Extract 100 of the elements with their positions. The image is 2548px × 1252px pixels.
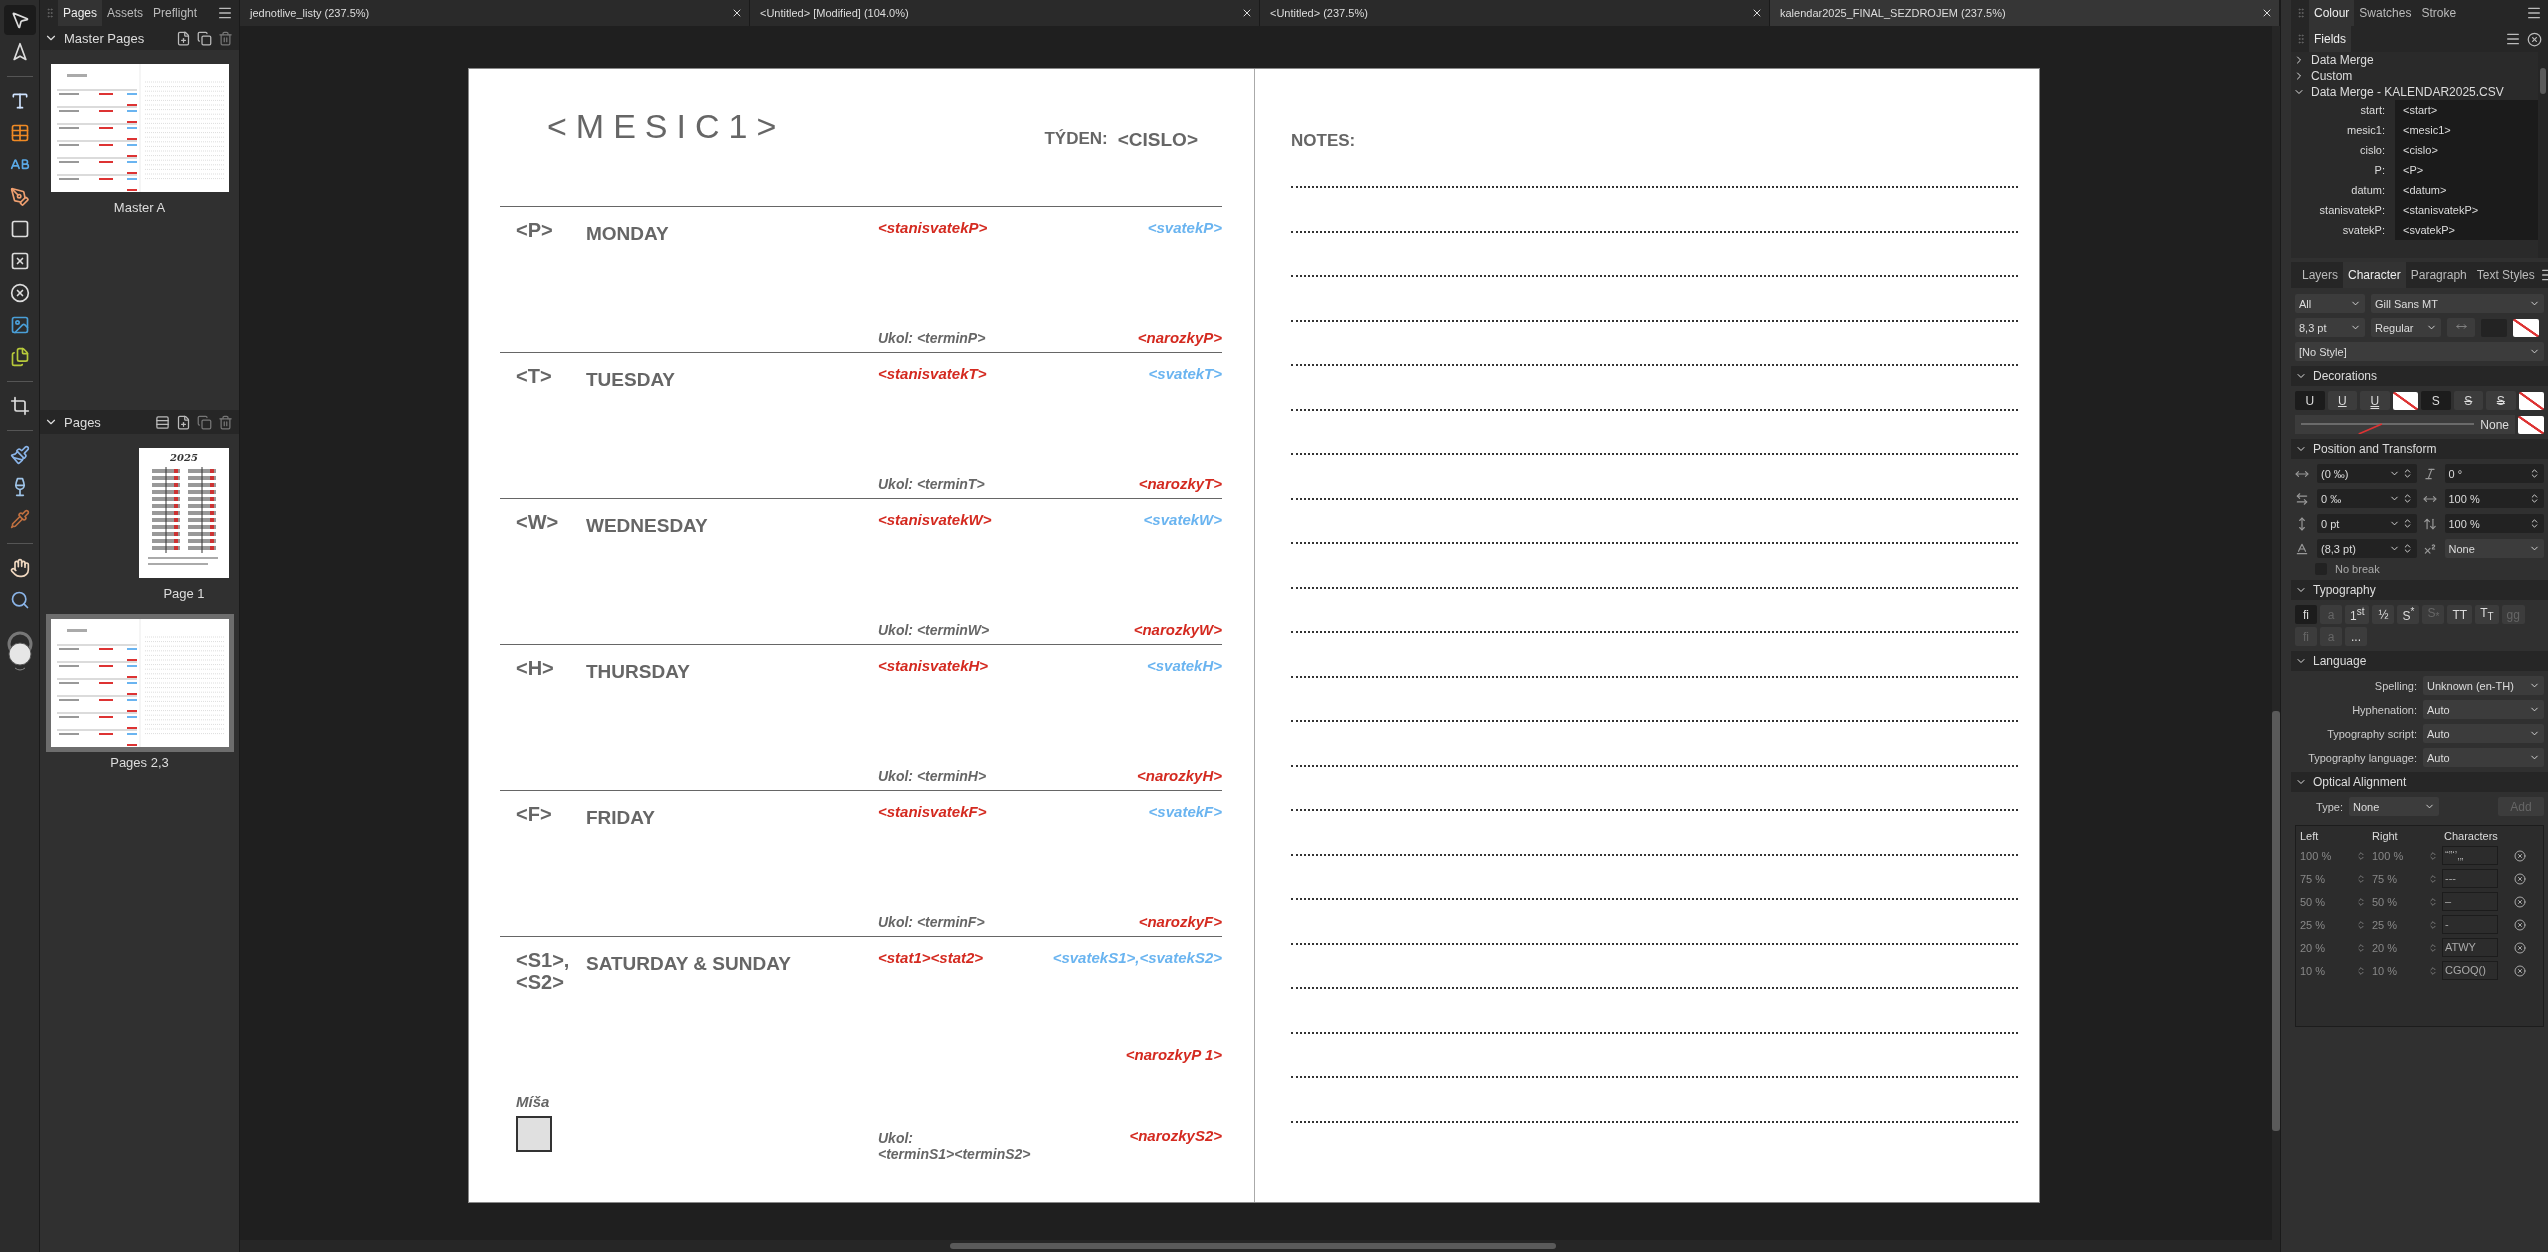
page-item[interactable]: 2025 Page 1: [135, 444, 233, 605]
fill-stroke-icon[interactable]: [5, 630, 34, 674]
table-cell[interactable]: 50 %: [2300, 895, 2326, 908]
spinner-icon[interactable]: [2529, 518, 2540, 529]
trash-icon[interactable]: [218, 30, 233, 46]
group-label[interactable]: Data Merge - KALENDAR2025.CSV: [2311, 85, 2504, 99]
panel-tab[interactable]: Swatches: [2354, 0, 2417, 26]
value-dropdown[interactable]: Auto: [2423, 748, 2544, 767]
decoration-button[interactable]: U: [2327, 391, 2358, 410]
field-value[interactable]: <mesic1>: [2395, 120, 2538, 140]
close-icon[interactable]: [1241, 7, 1253, 19]
add-page-icon[interactable]: [176, 414, 191, 430]
value-dropdown[interactable]: None: [2349, 797, 2439, 816]
decoration-button[interactable]: U: [2360, 391, 2390, 410]
field-value[interactable]: <cislo>: [2395, 140, 2538, 160]
copy-icon[interactable]: [197, 30, 212, 46]
remove-icon[interactable]: [2513, 849, 2526, 862]
value-field[interactable]: 0 °: [2444, 464, 2544, 483]
value-dropdown[interactable]: Auto: [2423, 724, 2544, 743]
panel-tab[interactable]: Colour: [2309, 0, 2355, 26]
close-icon[interactable]: [731, 7, 743, 19]
value-dropdown[interactable]: Unknown (en-TH): [2423, 676, 2544, 695]
field-value[interactable]: <datum>: [2395, 180, 2538, 200]
no-fill-swatch[interactable]: [2518, 415, 2544, 434]
document-tab[interactable]: <Untitled> (237.5%): [1260, 0, 1770, 26]
no-fill-swatch[interactable]: [2392, 391, 2418, 410]
size-dropdown[interactable]: 8,3 pt: [2295, 318, 2365, 337]
typography-button[interactable]: ...: [2345, 627, 2367, 646]
remove-icon[interactable]: [2513, 941, 2526, 954]
field-value[interactable]: <svatekP>: [2395, 220, 2538, 240]
remove-icon[interactable]: [2513, 964, 2526, 977]
grip-icon[interactable]: [2295, 7, 2307, 19]
table-cell[interactable]: 75 %: [2372, 872, 2398, 885]
table-cell[interactable]: 75 %: [2300, 872, 2326, 885]
menu-icon[interactable]: [2526, 5, 2542, 21]
table-cell[interactable]: 20 %: [2372, 941, 2398, 954]
field-value[interactable]: <start>: [2395, 100, 2538, 120]
grip-icon[interactable]: [2295, 33, 2307, 45]
characters-field[interactable]: ---: [2442, 869, 2498, 888]
characters-field[interactable]: “”‘’‚„: [2442, 846, 2498, 865]
characters-field[interactable]: -: [2442, 915, 2498, 934]
panel-tab[interactable]: Paragraph: [2405, 262, 2472, 288]
panel-tab[interactable]: Preflight: [148, 0, 203, 26]
panel-tab[interactable]: Layers: [2297, 262, 2344, 288]
characters-field[interactable]: –: [2442, 892, 2498, 911]
no-fill-swatch[interactable]: [2518, 391, 2544, 410]
close-icon[interactable]: [2527, 31, 2542, 47]
table-cell[interactable]: 10 %: [2300, 964, 2326, 977]
rows-icon[interactable]: [155, 414, 170, 430]
remove-icon[interactable]: [2513, 872, 2526, 885]
panel-tab[interactable]: Character: [2343, 262, 2406, 288]
scrollbar[interactable]: [2272, 711, 2280, 1131]
value-dropdown[interactable]: None: [2444, 539, 2544, 558]
value-field[interactable]: 100 %: [2444, 514, 2544, 533]
close-icon[interactable]: [2261, 7, 2273, 19]
panel-tab[interactable]: Assets: [102, 0, 149, 26]
panel-tab[interactable]: Text Styles: [2471, 262, 2540, 288]
style-dropdown[interactable]: [No Style]: [2295, 342, 2544, 361]
value-field[interactable]: 0 pt: [2317, 514, 2417, 533]
close-icon[interactable]: [1751, 7, 1763, 19]
value-field[interactable]: 100 %: [2444, 489, 2544, 508]
typography-button[interactable]: fi: [2295, 605, 2317, 624]
scope-dropdown[interactable]: All: [2295, 294, 2365, 313]
spinner-icon[interactable]: [2529, 468, 2540, 479]
group-label[interactable]: Data Merge: [2311, 53, 2374, 67]
panel-tab[interactable]: Stroke: [2416, 0, 2462, 26]
trash-icon[interactable]: [218, 414, 233, 430]
table-cell[interactable]: 50 %: [2372, 895, 2398, 908]
characters-field[interactable]: CGOQ(): [2442, 961, 2498, 980]
decoration-button[interactable]: S: [2453, 391, 2484, 410]
menu-icon[interactable]: [2505, 31, 2521, 47]
no-fill-swatch[interactable]: [2513, 318, 2539, 337]
add-page-icon[interactable]: [176, 30, 191, 46]
typography-button[interactable]: ½: [2372, 605, 2395, 624]
group-label[interactable]: Custom: [2311, 69, 2353, 83]
decoration-button[interactable]: S: [2486, 391, 2516, 410]
weight-dropdown[interactable]: Regular: [2371, 318, 2441, 337]
typography-button[interactable]: 1$^{st}$: [2345, 605, 2370, 624]
typography-button[interactable]: TT: [2447, 605, 2473, 624]
document-tab[interactable]: kalendar2025_FINAL_SEZDROJEM (237.5%): [1770, 0, 2280, 26]
table-cell[interactable]: 100 %: [2300, 849, 2332, 862]
typography-button[interactable]: S$^{*}$: [2397, 605, 2420, 624]
table-cell[interactable]: 25 %: [2300, 918, 2326, 931]
document-tab[interactable]: jednotlive_listy (237.5%): [240, 0, 750, 26]
scrollbar[interactable]: [2540, 68, 2546, 94]
remove-icon[interactable]: [2513, 918, 2526, 931]
table-cell[interactable]: 100 %: [2372, 849, 2404, 862]
spinner-icon[interactable]: [2529, 493, 2540, 504]
value-dropdown[interactable]: Auto: [2423, 700, 2544, 719]
table-cell[interactable]: 25 %: [2372, 918, 2398, 931]
decoration-button[interactable]: U: [2295, 391, 2325, 410]
characters-field[interactable]: ATWY: [2442, 938, 2498, 957]
value-field[interactable]: (0 ‰): [2317, 464, 2417, 483]
document-tab[interactable]: <Untitled> [Modified] (104.0%): [750, 0, 1260, 26]
menu-icon[interactable]: [217, 5, 233, 21]
panel-tab[interactable]: Fields: [2309, 26, 2351, 52]
table-cell[interactable]: 20 %: [2300, 941, 2326, 954]
remove-icon[interactable]: [2513, 895, 2526, 908]
table-cell[interactable]: 10 %: [2372, 964, 2398, 977]
field-value[interactable]: <stanisvatekP>: [2395, 200, 2538, 220]
